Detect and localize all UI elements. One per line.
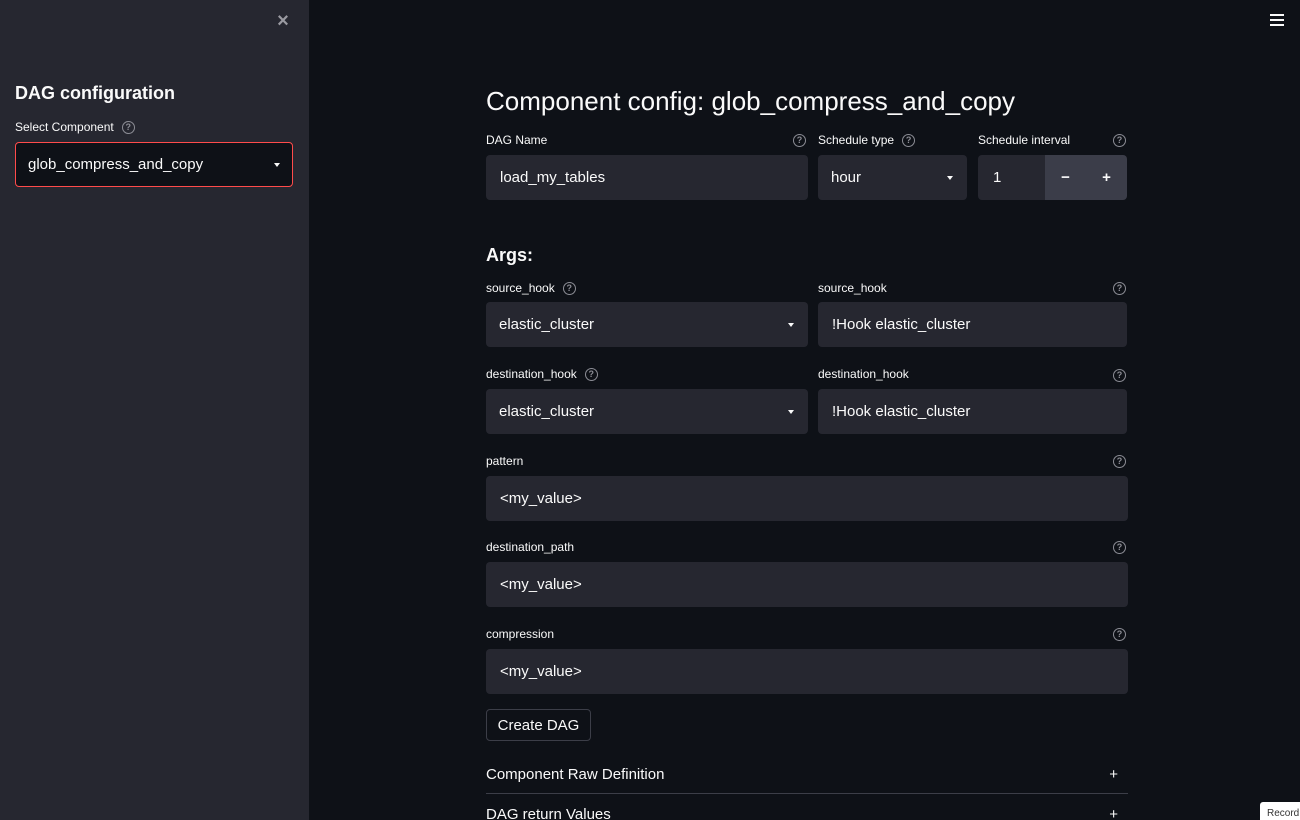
dag-name-input[interactable]: load_my_tables <box>486 155 808 200</box>
source-hook-text-label: source_hook <box>818 281 887 295</box>
source-hook-select-value: elastic_cluster <box>499 316 595 333</box>
schedule-type-label-text: Schedule type <box>818 133 895 147</box>
help-icon[interactable]: ? <box>1113 455 1126 468</box>
destination-path-label: destination_path <box>486 540 574 554</box>
chevron-down-icon <box>788 322 794 327</box>
destination-hook-select-label: destination_hook ? <box>486 367 598 381</box>
schedule-type-select[interactable]: hour <box>818 155 967 200</box>
help-icon[interactable]: ? <box>1113 369 1126 382</box>
help-icon[interactable]: ? <box>562 281 576 295</box>
source-hook-text-value: !Hook elastic_cluster <box>832 316 971 333</box>
destination-hook-text-label: destination_hook <box>818 367 909 381</box>
help-icon[interactable]: ? <box>584 367 598 381</box>
destination-hook-select-label-text: destination_hook <box>486 367 577 381</box>
select-component-value: glob_compress_and_copy <box>28 156 204 173</box>
component-raw-definition-expander[interactable]: Component Raw Definition + <box>486 754 1128 794</box>
schedule-type-value: hour <box>831 169 862 186</box>
expander-label: Component Raw Definition <box>486 765 665 783</box>
close-sidebar-icon[interactable]: × <box>272 10 294 32</box>
help-icon[interactable]: ? <box>1113 541 1126 554</box>
dag-name-label-text: DAG Name <box>486 133 548 147</box>
dag-name-label: DAG Name <box>486 133 547 147</box>
chevron-down-icon <box>274 162 280 167</box>
schedule-interval-label: Schedule interval <box>978 133 1070 147</box>
increment-button[interactable]: + <box>1086 155 1127 200</box>
compression-input[interactable]: <my_value> <box>486 649 1128 694</box>
chevron-down-icon <box>947 175 953 180</box>
plus-icon: + <box>1109 765 1118 783</box>
compression-label-text: compression <box>486 627 555 641</box>
schedule-interval-value: 1 <box>993 169 1002 186</box>
plus-icon: + <box>1109 805 1118 820</box>
select-component-dropdown[interactable]: glob_compress_and_copy <box>15 142 293 187</box>
sidebar: × DAG configuration Select Component ? g… <box>0 0 309 820</box>
record-badge[interactable]: Record <box>1260 802 1300 820</box>
select-component-label-text: Select Component <box>15 120 114 134</box>
schedule-interval-input[interactable]: 1 <box>978 155 1045 200</box>
source-hook-text-input[interactable]: !Hook elastic_cluster <box>818 302 1127 347</box>
destination-path-input[interactable]: <my_value> <box>486 562 1128 607</box>
dag-return-values-expander[interactable]: DAG return Values + <box>486 794 1128 820</box>
destination-path-label-text: destination_path <box>486 540 575 554</box>
schedule-interval-stepper: 1 − + <box>978 155 1127 200</box>
source-hook-text-label-text: source_hook <box>818 281 887 295</box>
dag-name-value: load_my_tables <box>500 169 606 186</box>
help-icon[interactable]: ? <box>1113 134 1126 147</box>
destination-hook-select-value: elastic_cluster <box>499 403 595 420</box>
help-icon[interactable]: ? <box>121 120 135 134</box>
help-icon[interactable]: ? <box>1113 282 1126 295</box>
source-hook-select-label: source_hook ? <box>486 281 576 295</box>
args-heading: Args: <box>486 245 534 265</box>
destination-hook-select[interactable]: elastic_cluster <box>486 389 808 434</box>
create-dag-button[interactable]: Create DAG <box>486 709 591 741</box>
destination-hook-text-input[interactable]: !Hook elastic_cluster <box>818 389 1127 434</box>
destination-hook-text-value: !Hook elastic_cluster <box>832 403 971 420</box>
select-component-label: Select Component ? <box>15 120 135 134</box>
destination-path-value: <my_value> <box>500 576 582 593</box>
pattern-input[interactable]: <my_value> <box>486 476 1128 521</box>
compression-label: compression <box>486 627 554 641</box>
chevron-down-icon <box>788 409 794 414</box>
schedule-interval-label-text: Schedule interval <box>978 133 1071 147</box>
help-icon[interactable]: ? <box>793 134 806 147</box>
schedule-type-label: Schedule type ? <box>818 133 916 147</box>
pattern-label-text: pattern <box>486 454 524 468</box>
decrement-button[interactable]: − <box>1045 155 1086 200</box>
pattern-label: pattern <box>486 454 523 468</box>
destination-hook-text-label-text: destination_hook <box>818 367 909 381</box>
page-title: Component config: glob_compress_and_copy <box>486 86 1016 116</box>
help-icon[interactable]: ? <box>1113 628 1126 641</box>
compression-value: <my_value> <box>500 663 582 680</box>
hamburger-menu-icon[interactable] <box>1270 14 1284 28</box>
source-hook-select-label-text: source_hook <box>486 281 555 295</box>
source-hook-select[interactable]: elastic_cluster <box>486 302 808 347</box>
expander-label: DAG return Values <box>486 805 611 820</box>
help-icon[interactable]: ? <box>902 133 916 147</box>
pattern-value: <my_value> <box>500 490 582 507</box>
sidebar-title: DAG configuration <box>15 83 175 103</box>
